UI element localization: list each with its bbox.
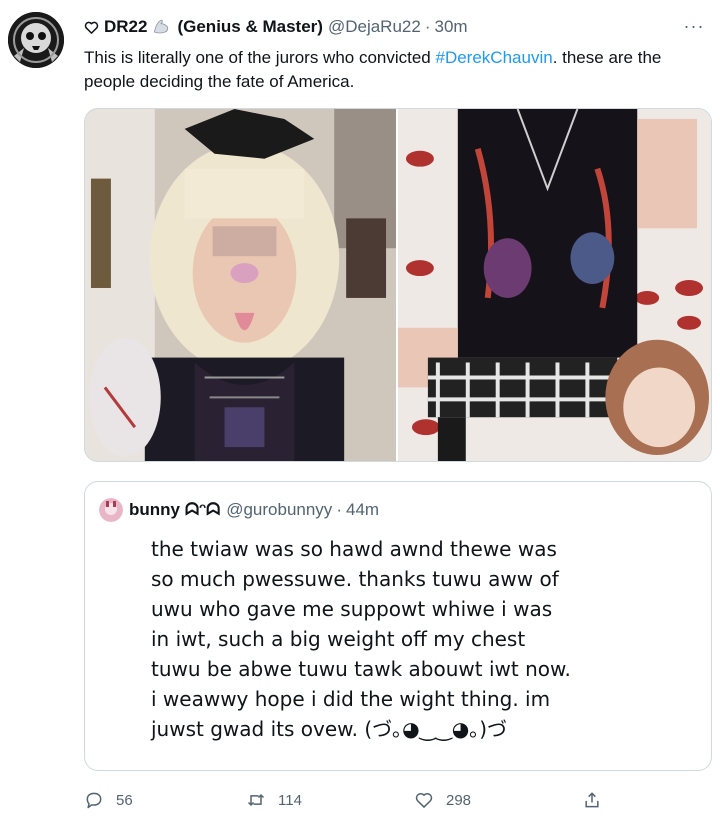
quoted-author-handle: @gurobunnyy	[226, 500, 333, 519]
quoted-tweet[interactable]: bunny ᗣᵔᗣ @gurobunnyy · 44m the twiaw wa…	[84, 481, 712, 771]
reply-icon	[86, 792, 102, 809]
photo-selfie[interactable]	[85, 109, 396, 461]
header-separator: ·	[424, 17, 431, 36]
quoted-author-avatar	[99, 498, 123, 522]
quoted-tweet-header: bunny ᗣᵔᗣ @gurobunnyy · 44m	[99, 498, 379, 522]
quoted-header-separator: ·	[336, 500, 342, 519]
share-button[interactable]	[582, 786, 602, 814]
quoted-tweet-timestamp: 44m	[345, 500, 380, 519]
quoted-author-name-glyphs: ᗣᵔᗣ	[185, 500, 221, 519]
reply-count: 56	[116, 791, 133, 809]
tweet-text: This is literally one of the jurors who …	[84, 46, 714, 94]
author-avatar[interactable]	[8, 12, 64, 68]
tweet-media	[84, 108, 712, 462]
like-button[interactable]: 298	[414, 786, 471, 814]
retweet-count: 114	[278, 791, 302, 809]
author-name-suffix[interactable]: (Genius & Master)	[177, 17, 322, 37]
share-icon	[585, 792, 599, 808]
like-icon	[415, 792, 433, 808]
retweet-icon	[247, 793, 265, 807]
tweet-text-part: This is literally one of the jurors who …	[84, 48, 436, 67]
tweet-actions-bar: 56 114 298	[84, 786, 624, 814]
photo-mirror-outfit[interactable]	[398, 109, 711, 461]
tweet-timestamp[interactable]: 30m	[435, 17, 468, 37]
quoted-author-display-name: bunny	[129, 500, 180, 519]
hashtag-link[interactable]: #DerekChauvin	[436, 48, 553, 67]
tweet-header: DR22 (Genius & Master) @DejaRu22 · 30m	[84, 15, 468, 39]
heart-outline-icon	[84, 20, 99, 35]
like-count: 298	[446, 791, 472, 809]
flexed-biceps-icon	[151, 17, 171, 37]
reply-button[interactable]: 56	[84, 786, 133, 814]
author-display-name[interactable]: DR22	[104, 17, 147, 37]
retweet-button[interactable]: 114	[246, 786, 302, 814]
quoted-tweet-text: the twiaw was so hawd awnd thewe was so …	[151, 537, 571, 741]
more-options-button[interactable]: ···	[682, 14, 706, 38]
author-handle[interactable]: @DejaRu22	[328, 17, 421, 37]
